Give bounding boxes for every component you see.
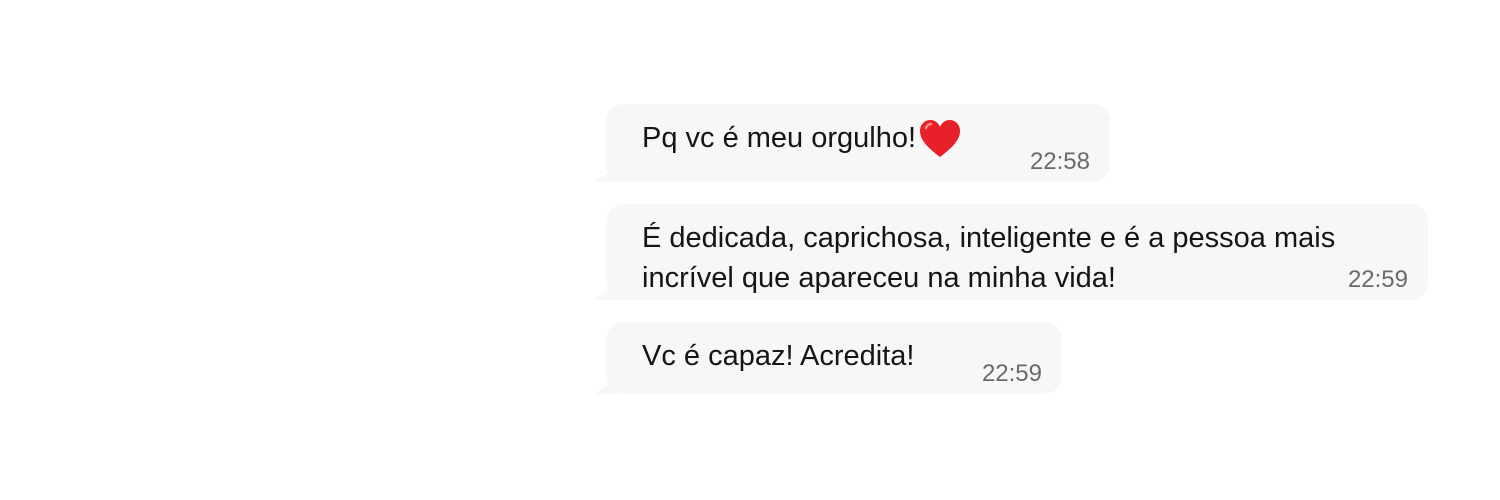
- bubble-tail: [594, 284, 618, 300]
- message-bubble[interactable]: Pq vc é meu orgulho! 22:58: [594, 104, 1110, 182]
- message-timestamp: 22:58: [1029, 148, 1090, 175]
- message-timestamp: 22:59: [981, 360, 1042, 387]
- chat-thread: Pq vc é meu orgulho! 22:58 É dedicada, c…: [0, 0, 1500, 500]
- message-text: É dedicada, caprichosa, inteligente e é …: [642, 222, 1336, 294]
- message-text: Pq vc é meu orgulho!: [642, 122, 917, 154]
- message-timestamp: 22:59: [1347, 266, 1408, 293]
- message-bubble[interactable]: Vc é capaz! Acredita! 22:59: [594, 322, 1062, 394]
- bubble-tail: [594, 166, 618, 182]
- bubble-tail: [594, 378, 618, 394]
- message-bubble[interactable]: É dedicada, caprichosa, inteligente e é …: [594, 204, 1428, 300]
- red-heart-icon: [920, 120, 961, 157]
- message-text-row: Pq vc é meu orgulho!: [642, 118, 1090, 159]
